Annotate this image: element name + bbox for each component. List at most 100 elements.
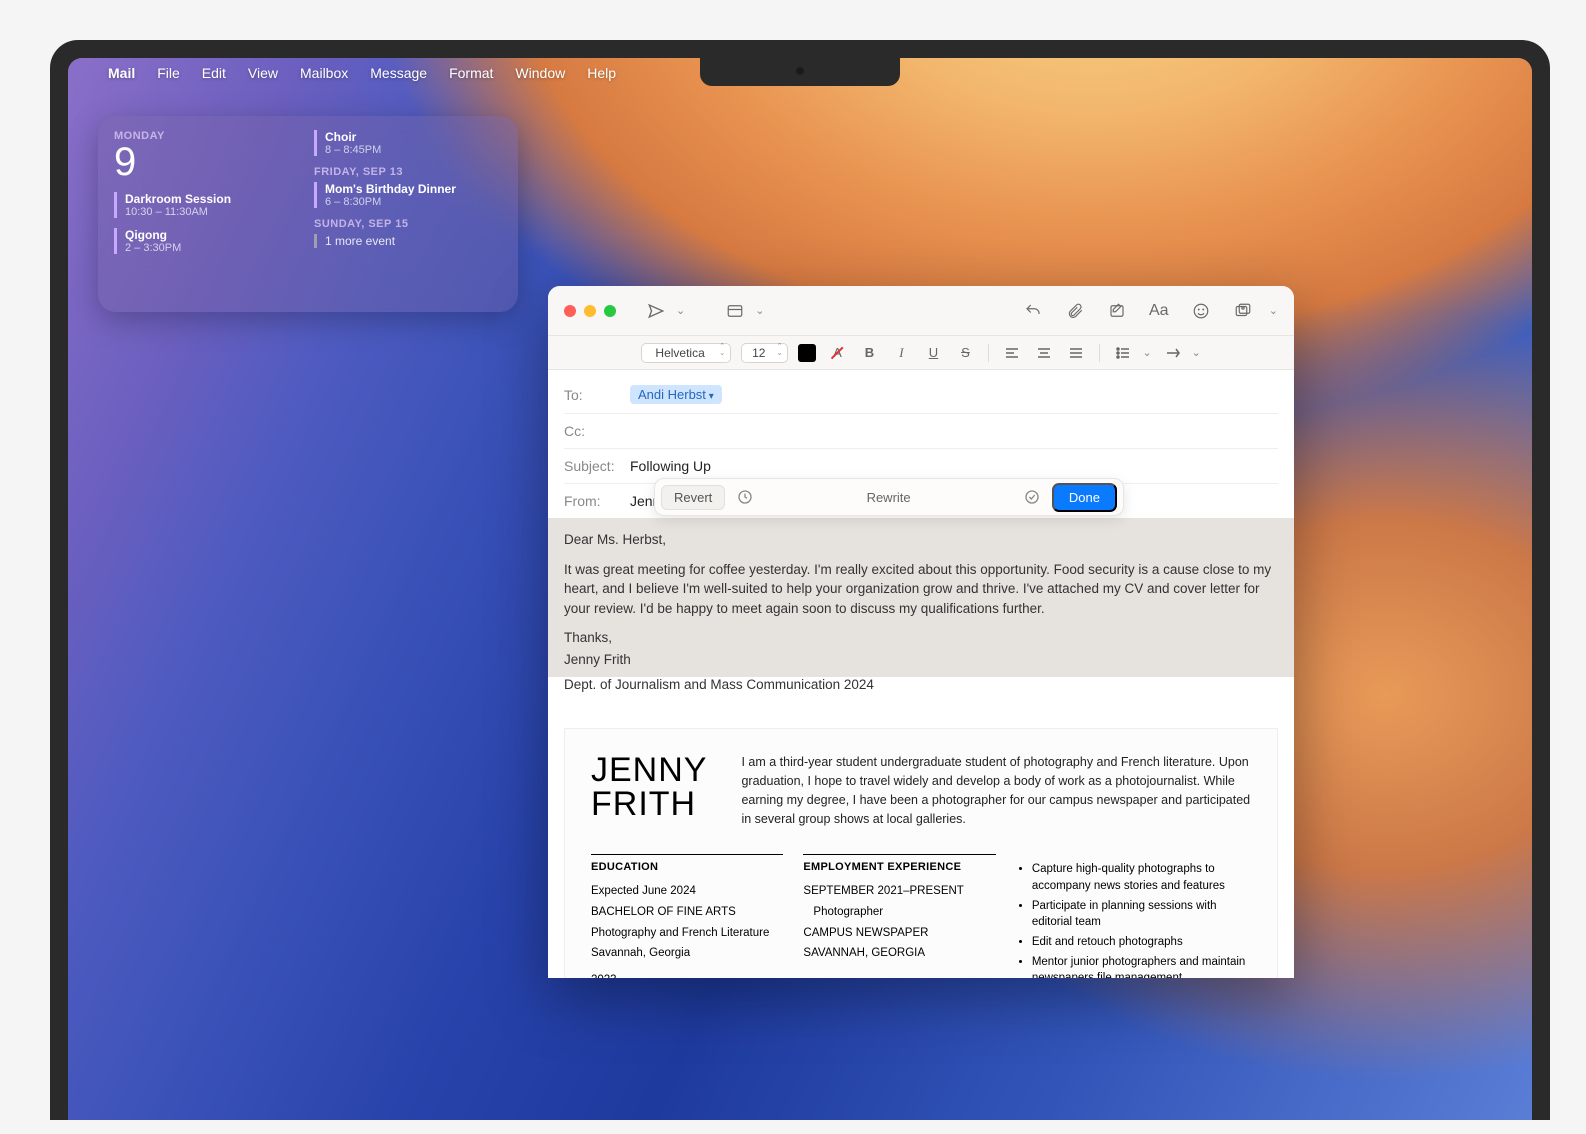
menu-window[interactable]: Window — [515, 65, 565, 81]
widget-event-name: Mom's Birthday Dinner — [325, 182, 502, 196]
list-button[interactable] — [1112, 342, 1134, 364]
resume-last-name: FRITH — [591, 787, 707, 821]
widget-event: Choir 8 – 8:45PM — [314, 130, 502, 156]
widget-more-events: 1 more event — [314, 234, 502, 248]
align-left-button[interactable] — [1001, 342, 1023, 364]
resume-first-name: JENNY — [591, 753, 707, 787]
send-dropdown-icon[interactable]: ⌄ — [676, 304, 685, 317]
bold-button[interactable]: B — [858, 342, 880, 364]
resume-text: 2023 — [591, 972, 783, 978]
menu-message[interactable]: Message — [370, 65, 427, 81]
widget-day-number: 9 — [114, 142, 294, 182]
align-center-button[interactable] — [1033, 342, 1055, 364]
emoji-icon[interactable] — [1187, 297, 1215, 325]
list-dropdown-icon[interactable]: ⌄ — [1142, 346, 1151, 359]
done-button[interactable]: Done — [1052, 483, 1117, 512]
message-body[interactable]: Dear Ms. Herbst, It was great meeting fo… — [548, 518, 1294, 978]
resume-attachment: JENNY FRITH I am a third-year student un… — [564, 728, 1278, 978]
photo-dropdown-icon[interactable]: ⌄ — [1269, 304, 1278, 317]
rewrite-bar: Revert Rewrite Done — [654, 478, 1124, 516]
menu-view[interactable]: View — [248, 65, 278, 81]
resume-bullet: Mentor junior photographers and maintain… — [1032, 954, 1251, 978]
widget-event: Mom's Birthday Dinner 6 – 8:30PM — [314, 182, 502, 208]
body-sig-dept: Dept. of Journalism and Mass Communicati… — [548, 677, 1294, 710]
widget-event-name: Choir — [325, 130, 502, 144]
traffic-lights — [564, 305, 616, 317]
calendar-widget[interactable]: MONDAY 9 Darkroom Session 10:30 – 11:30A… — [98, 116, 518, 312]
rewrite-cycle-icon[interactable] — [1020, 485, 1044, 509]
resume-text: Expected June 2024 — [591, 883, 783, 900]
indent-button[interactable] — [1162, 342, 1184, 364]
underline-button[interactable]: U — [922, 342, 944, 364]
photo-browser-icon[interactable] — [1229, 297, 1257, 325]
to-label: To: — [564, 387, 620, 403]
mail-compose-window: ⌄ ⌄ Aa — [548, 286, 1294, 978]
widget-event-time: 2 – 3:30PM — [125, 242, 294, 254]
body-thanks: Thanks, — [564, 628, 1278, 648]
to-row[interactable]: To: Andi Herbst — [564, 376, 1278, 414]
resume-text: BACHELOR OF FINE ARTS — [591, 904, 783, 921]
resume-bullet: Edit and retouch photographs — [1032, 934, 1251, 951]
app-name[interactable]: Mail — [108, 65, 135, 81]
reply-icon[interactable] — [1019, 297, 1047, 325]
cc-row[interactable]: Cc: — [564, 414, 1278, 449]
notch — [700, 58, 900, 86]
resume-bio: I am a third-year student undergraduate … — [741, 753, 1251, 828]
recipient-chip[interactable]: Andi Herbst — [630, 385, 722, 404]
strikethrough-button[interactable]: S — [954, 342, 976, 364]
resume-text: Savannah, Georgia — [591, 945, 783, 962]
attach-icon[interactable] — [1061, 297, 1089, 325]
revert-button[interactable]: Revert — [661, 485, 725, 510]
header-fields-dropdown-icon[interactable]: ⌄ — [755, 304, 764, 317]
resume-emp-heading: EMPLOYMENT EXPERIENCE — [803, 861, 995, 873]
menu-edit[interactable]: Edit — [202, 65, 226, 81]
resume-text: SEPTEMBER 2021–PRESENT — [803, 883, 995, 900]
resume-text: CAMPUS NEWSPAPER — [803, 925, 995, 942]
rewrite-label: Rewrite — [765, 490, 1012, 505]
resume-bullets: Capture high-quality photographs to acco… — [1016, 861, 1251, 978]
desktop-screen: Mail File Edit View Mailbox Message Form… — [68, 58, 1532, 1120]
font-size-select[interactable]: 12 — [741, 343, 788, 363]
subject-label: Subject: — [564, 458, 620, 474]
text-color-swatch[interactable] — [798, 344, 816, 362]
zoom-icon[interactable] — [604, 305, 616, 317]
body-greeting: Dear Ms. Herbst, — [564, 530, 1278, 550]
from-label: From: — [564, 493, 620, 509]
resume-bullet: Participate in planning sessions with ed… — [1032, 898, 1251, 931]
font-family-select[interactable]: Helvetica — [641, 343, 731, 363]
format-bar: Helvetica 12 A B I U S ⌄ ⌄ — [548, 336, 1294, 370]
menu-format[interactable]: Format — [449, 65, 493, 81]
resume-text: Photographer — [803, 904, 995, 921]
laptop-frame: Mail File Edit View Mailbox Message Form… — [50, 40, 1550, 1120]
send-icon[interactable] — [642, 297, 670, 325]
widget-event-time: 6 – 8:30PM — [325, 196, 502, 208]
widget-subday: FRIDAY, SEP 13 — [314, 166, 502, 178]
menu-file[interactable]: File — [157, 65, 180, 81]
cc-label: Cc: — [564, 423, 620, 439]
header-fields-icon[interactable] — [721, 297, 749, 325]
widget-event: Darkroom Session 10:30 – 11:30AM — [114, 192, 294, 218]
menu-help[interactable]: Help — [587, 65, 616, 81]
widget-event: Qigong 2 – 3:30PM — [114, 228, 294, 254]
widget-event-time: 10:30 – 11:30AM — [125, 206, 294, 218]
resume-text: Photography and French Literature — [591, 925, 783, 942]
titlebar: ⌄ ⌄ Aa — [548, 286, 1294, 336]
resume-edu-heading: EDUCATION — [591, 861, 783, 873]
body-paragraph: It was great meeting for coffee yesterda… — [564, 560, 1278, 619]
align-justify-button[interactable] — [1065, 342, 1087, 364]
minimize-icon[interactable] — [584, 305, 596, 317]
resume-text: SAVANNAH, GEORGIA — [803, 945, 995, 962]
subject-value: Following Up — [630, 458, 711, 474]
resume-bullet: Capture high-quality photographs to acco… — [1032, 861, 1251, 894]
rewrite-selection: Dear Ms. Herbst, It was great meeting fo… — [548, 518, 1294, 677]
body-sig-name: Jenny Frith — [564, 650, 1278, 670]
format-text-icon[interactable]: Aa — [1145, 297, 1173, 325]
close-icon[interactable] — [564, 305, 576, 317]
markup-icon[interactable] — [1103, 297, 1131, 325]
indent-dropdown-icon[interactable]: ⌄ — [1192, 346, 1201, 359]
menu-mailbox[interactable]: Mailbox — [300, 65, 348, 81]
italic-button[interactable]: I — [890, 342, 912, 364]
widget-event-name: Qigong — [125, 228, 294, 242]
revert-clock-icon[interactable] — [733, 485, 757, 509]
text-highlight-button[interactable]: A — [826, 342, 848, 364]
